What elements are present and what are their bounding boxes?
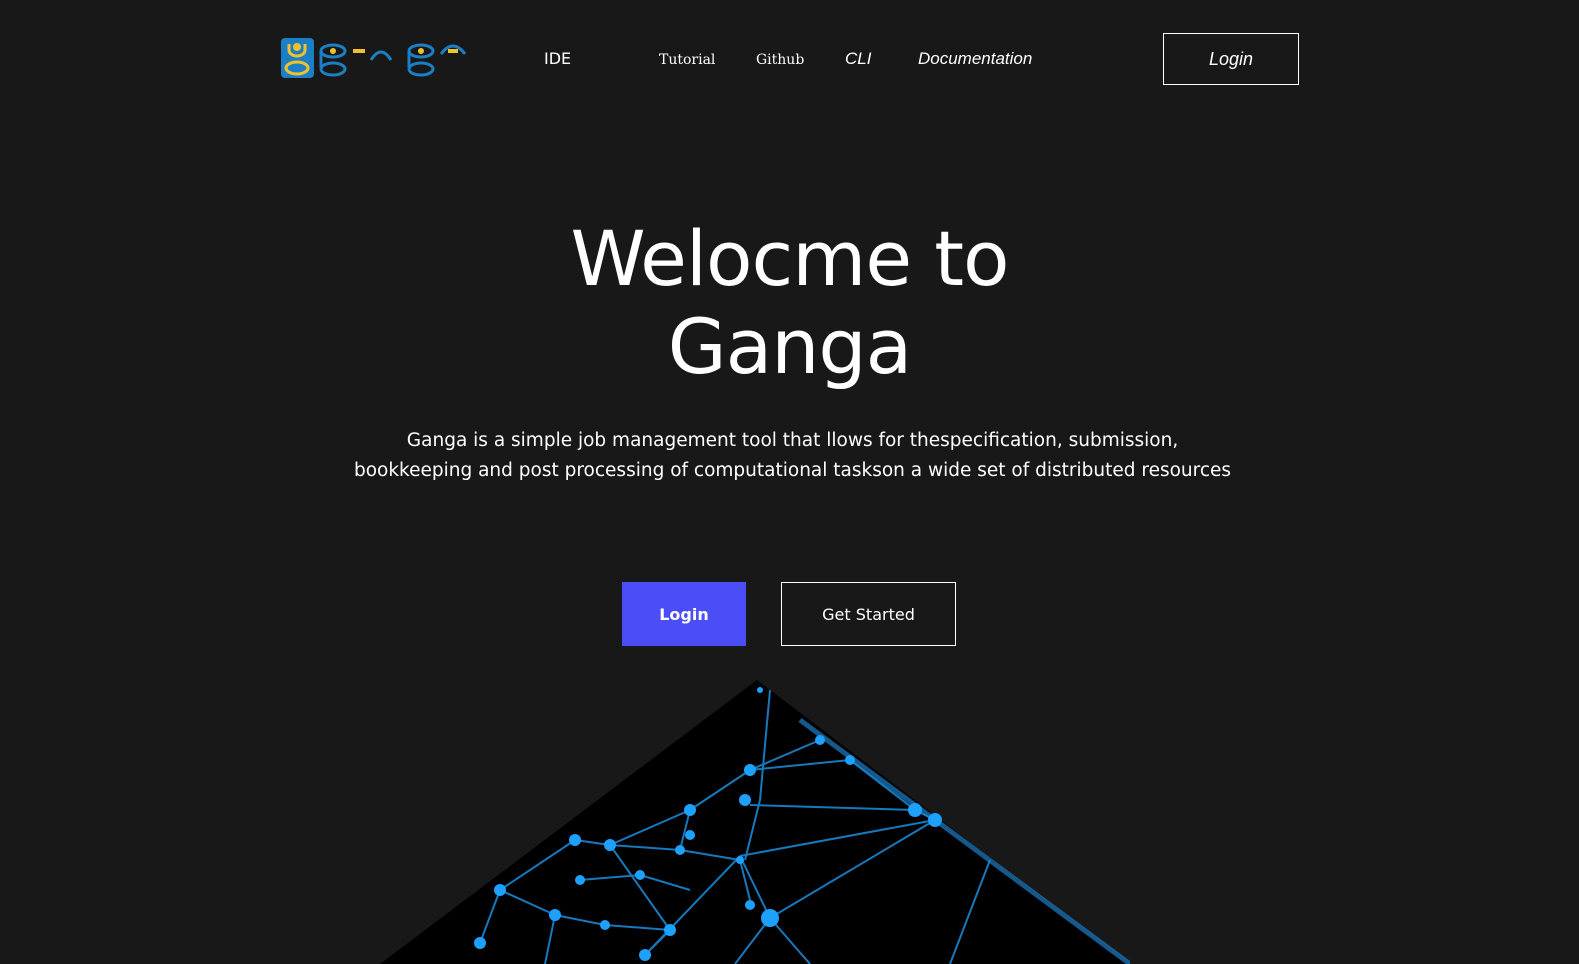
nav-link-ide[interactable]: IDE xyxy=(544,47,571,71)
ganga-logo-icon xyxy=(281,38,467,78)
hero-title-line-1: Welocme to xyxy=(570,214,1009,303)
nav-link-cli[interactable]: CLI xyxy=(845,47,871,71)
network-graph-icon xyxy=(380,680,1130,964)
hero-title: Welocme to Ganga xyxy=(0,215,1579,391)
hero-title-line-2: Ganga xyxy=(667,302,912,391)
nav-link-tutorial[interactable]: Tutorial xyxy=(659,48,715,72)
landing-page: IDE Tutorial Github CLI Documentation Lo… xyxy=(0,0,1579,964)
hero-description-line-2: bookkeeping and post processing of compu… xyxy=(353,460,1232,481)
top-navbar: IDE Tutorial Github CLI Documentation Lo… xyxy=(0,0,1579,118)
hero-login-button[interactable]: Login xyxy=(622,582,746,646)
nav-link-documentation[interactable]: Documentation xyxy=(918,47,1032,71)
nav-link-github[interactable]: Github xyxy=(756,48,804,72)
hero-description-line-1: Ganga is a simple job management tool th… xyxy=(406,430,1179,451)
nav-login-button[interactable]: Login xyxy=(1163,33,1299,85)
hero-description: Ganga is a simple job management tool th… xyxy=(300,426,1285,486)
get-started-button[interactable]: Get Started xyxy=(781,582,956,646)
ganga-logo[interactable] xyxy=(281,36,467,80)
network-graph-illustration xyxy=(380,680,1130,964)
